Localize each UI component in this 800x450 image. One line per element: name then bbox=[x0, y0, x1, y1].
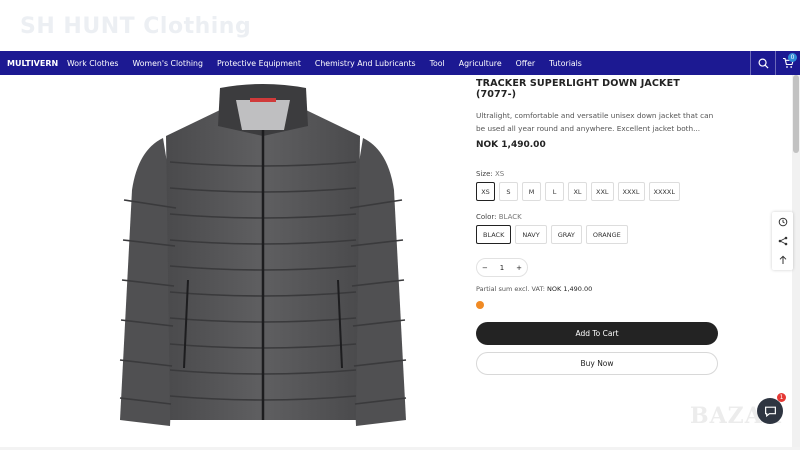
product-page: SH HUNT Clothing MULTIVERN Work Clothes … bbox=[0, 0, 800, 450]
color-options: BLACK NAVY GRAY ORANGE bbox=[476, 225, 721, 244]
add-to-cart-button[interactable]: Add To Cart bbox=[476, 322, 718, 345]
jacket-collar-tag bbox=[250, 98, 276, 102]
product-image[interactable] bbox=[108, 80, 418, 436]
arrow-up-icon[interactable] bbox=[777, 254, 789, 266]
size-selected: XS bbox=[494, 170, 505, 178]
size-option-s[interactable]: S bbox=[499, 182, 518, 201]
nav-item-tutorials[interactable]: Tutorials bbox=[549, 59, 582, 68]
history-icon[interactable] bbox=[777, 216, 789, 228]
nav-menu: Work Clothes Women's Clothing Protective… bbox=[67, 59, 596, 68]
product-title: TRACKER SUPERLIGHT DOWN JACKET (7077-) bbox=[476, 78, 680, 100]
watermark-title: SH HUNT Clothing bbox=[20, 14, 252, 39]
size-options: XS S M L XL XXL XXXL XXXXL bbox=[476, 182, 721, 201]
nav-item-work-clothes[interactable]: Work Clothes bbox=[67, 59, 118, 68]
nav-item-womens-clothing[interactable]: Women's Clothing bbox=[132, 59, 202, 68]
cart-button[interactable]: 0 bbox=[776, 51, 800, 75]
color-option-gray[interactable]: GRAY bbox=[550, 225, 582, 244]
qty-increase-button[interactable]: + bbox=[516, 264, 522, 272]
size-option-xxl[interactable]: XXL bbox=[591, 182, 614, 201]
partial-sum-value: NOK 1,490.00 bbox=[547, 285, 593, 293]
size-option-l[interactable]: L bbox=[545, 182, 564, 201]
nav-item-offer[interactable]: Offer bbox=[516, 59, 536, 68]
shopping-bag-icon bbox=[476, 301, 484, 309]
size-option-m[interactable]: M bbox=[522, 182, 541, 201]
search-icon bbox=[758, 58, 769, 69]
nav-item-protective-equipment[interactable]: Protective Equipment bbox=[217, 59, 301, 68]
buy-now-button[interactable]: Buy Now bbox=[476, 352, 718, 375]
chat-icon bbox=[764, 406, 776, 417]
floating-toolbar bbox=[772, 212, 793, 270]
nav-actions: 0 bbox=[750, 51, 800, 75]
size-option-xs[interactable]: XS bbox=[476, 182, 495, 201]
qty-decrease-button[interactable]: − bbox=[482, 264, 488, 272]
nav-item-chemistry[interactable]: Chemistry And Lubricants bbox=[315, 59, 416, 68]
qty-value[interactable]: 1 bbox=[500, 264, 504, 272]
product-description: Ultralight, comfortable and versatile un… bbox=[476, 111, 714, 133]
nav-item-tool[interactable]: Tool bbox=[430, 59, 445, 68]
partial-sum: Partial sum excl. VAT: NOK 1,490.00 bbox=[476, 285, 593, 293]
nav-item-agriculture[interactable]: Agriculture bbox=[459, 59, 502, 68]
color-option-orange[interactable]: ORANGE bbox=[585, 225, 628, 244]
color-label: Color: BLACK bbox=[476, 213, 522, 221]
quantity-stepper: − 1 + bbox=[476, 258, 528, 277]
size-label: Size: XS bbox=[476, 170, 505, 178]
product-price: NOK 1,490.00 bbox=[476, 140, 546, 150]
chat-unread-badge: 1 bbox=[777, 393, 786, 402]
size-option-xxxl[interactable]: XXXL bbox=[617, 182, 645, 201]
share-icon[interactable] bbox=[777, 235, 789, 247]
search-button[interactable] bbox=[751, 51, 775, 75]
chat-button[interactable] bbox=[757, 398, 783, 424]
size-option-xxxxl[interactable]: XXXXL bbox=[648, 182, 680, 201]
size-option-xl[interactable]: XL bbox=[568, 182, 587, 201]
main-navbar: MULTIVERN Work Clothes Women's Clothing … bbox=[0, 51, 800, 75]
jacket-collar-inner bbox=[236, 100, 290, 130]
product-info: TRACKER SUPERLIGHT DOWN JACKET (7077-) U… bbox=[476, 78, 721, 375]
color-option-black[interactable]: BLACK bbox=[476, 225, 512, 244]
page-scrollbar[interactable] bbox=[792, 75, 800, 450]
color-option-navy[interactable]: NAVY bbox=[515, 225, 547, 244]
scrollbar-thumb[interactable] bbox=[793, 75, 799, 153]
cart-count-badge: 0 bbox=[788, 53, 797, 62]
color-selected: BLACK bbox=[498, 213, 522, 221]
brand-logo[interactable]: MULTIVERN bbox=[7, 59, 67, 68]
